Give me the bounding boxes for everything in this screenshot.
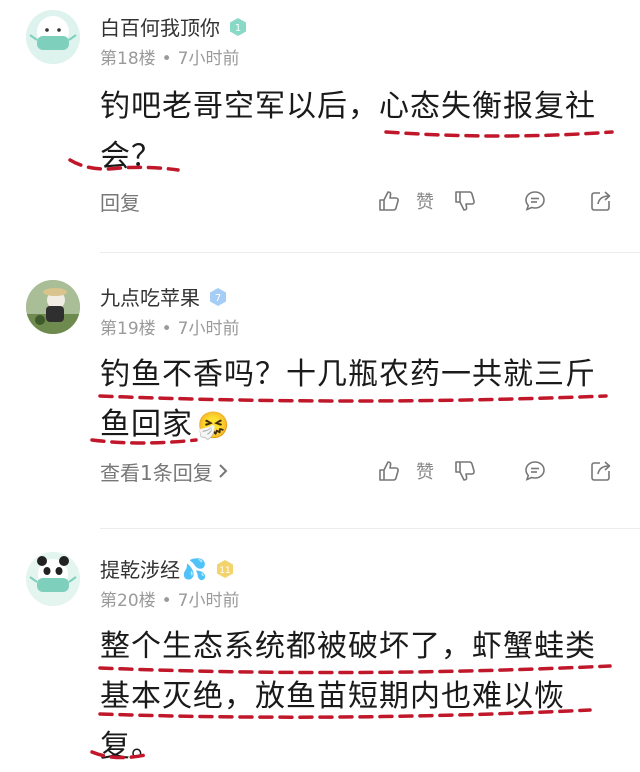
- username[interactable]: 白百何我顶你 1: [100, 12, 248, 41]
- divider: [100, 252, 640, 253]
- thumbs-up-icon[interactable]: [376, 188, 402, 214]
- thumbs-down-icon[interactable]: [452, 188, 478, 214]
- post-time: 7小时前: [177, 591, 240, 611]
- avatar[interactable]: [26, 10, 80, 64]
- content-line: 钓鱼不香吗？十几瓶农药一共就三斤: [100, 357, 596, 392]
- post-time: 7小时前: [177, 49, 240, 69]
- level-badge-icon: 1: [230, 17, 246, 36]
- comment-icon[interactable]: [522, 188, 548, 214]
- comment-content: 钓吧老哥空军以后，心态失衡报复社 会？: [100, 82, 615, 182]
- view-replies-button[interactable]: 查看1条回复: [100, 457, 229, 486]
- meta-separator: •: [161, 319, 172, 339]
- content-line: 会？: [100, 139, 162, 174]
- comment-meta: 第18楼 • 7小时前: [100, 44, 240, 69]
- reply-button[interactable]: 回复: [100, 187, 140, 216]
- comment-meta: 第20楼 • 7小时前: [100, 586, 240, 611]
- post-time: 7小时前: [177, 319, 240, 339]
- content-line: 钓吧老哥空军以后，心态失衡报复社: [100, 89, 596, 124]
- comment-content: 钓鱼不香吗？十几瓶农药一共就三斤 鱼回家 🤧: [100, 350, 615, 451]
- floor-number: 第19楼: [100, 319, 156, 339]
- svg-text:1: 1: [235, 23, 241, 34]
- thumbs-up-icon[interactable]: [376, 458, 402, 484]
- comment-actions: 查看1条回复 赞: [100, 456, 614, 486]
- reply-label[interactable]: 回复: [100, 187, 140, 216]
- divider: [100, 528, 640, 529]
- share-icon[interactable]: [588, 188, 614, 214]
- svg-text:7: 7: [215, 293, 221, 304]
- content-line: 基本灭绝，放鱼苗短期内也难以恢: [100, 679, 565, 714]
- floor-number: 第18楼: [100, 49, 156, 69]
- like-label: 赞: [416, 192, 434, 213]
- masked-panda-avatar-icon: [26, 552, 80, 606]
- floor-number: 第20楼: [100, 591, 156, 611]
- like-label: 赞: [416, 462, 434, 483]
- masked-face-avatar-icon: [26, 10, 80, 64]
- share-icon[interactable]: [588, 458, 614, 484]
- svg-text:11: 11: [219, 566, 230, 576]
- level-badge-icon: 11: [216, 559, 233, 578]
- avatar[interactable]: [26, 280, 80, 334]
- sweat-droplets-emoji: 💦: [182, 556, 207, 581]
- username[interactable]: 提乾涉经 💦 11: [100, 554, 235, 583]
- level-badge-icon: 7: [210, 287, 226, 306]
- username-text[interactable]: 白百何我顶你: [100, 12, 220, 41]
- content-line: 复。: [100, 729, 162, 764]
- comment-item: 九点吃苹果 7 第19楼 • 7小时前 钓鱼不香吗？十几瓶农药一共就三斤 鱼回家 🤧 …: [0, 266, 640, 526]
- comment-icon[interactable]: [522, 458, 548, 484]
- comment-item: 白百何我顶你 1 第18楼 • 7小时前 钓吧老哥空军以后，心态失衡报复社 会？ 回…: [0, 0, 640, 250]
- content-line: 整个生态系统都被破坏了，虾蟹蛙类: [100, 629, 596, 664]
- photo-avatar-icon: [26, 280, 80, 334]
- thumbs-down-icon[interactable]: [452, 458, 478, 484]
- comment-actions: 回复 赞: [100, 186, 614, 216]
- avatar[interactable]: [26, 552, 80, 606]
- comment-meta: 第19楼 • 7小时前: [100, 314, 240, 339]
- comment-item: 提乾涉经 💦 11 第20楼 • 7小时前 整个生态系统都被破坏了，虾蟹蛙类 基本灭…: [0, 540, 640, 772]
- comment-content: 整个生态系统都被破坏了，虾蟹蛙类 基本灭绝，放鱼苗短期内也难以恢 复。: [100, 622, 615, 772]
- username[interactable]: 九点吃苹果 7: [100, 282, 228, 311]
- content-line: 鱼回家 🤧: [100, 400, 615, 451]
- chevron-right-icon[interactable]: [217, 463, 229, 479]
- meta-separator: •: [161, 49, 172, 69]
- username-text[interactable]: 提乾涉经: [100, 554, 180, 583]
- content-text: 鱼回家: [100, 407, 193, 442]
- meta-separator: •: [161, 591, 172, 611]
- username-text[interactable]: 九点吃苹果: [100, 282, 200, 311]
- sneezing-face-emoji: 🤧: [197, 411, 231, 441]
- view-replies-label[interactable]: 查看1条回复: [100, 457, 213, 486]
